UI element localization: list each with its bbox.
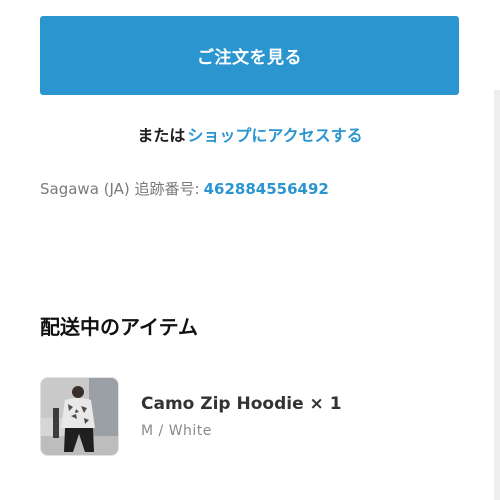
scroll-track: [494, 90, 500, 500]
product-image: [40, 377, 119, 456]
item-variant: M / White: [141, 423, 212, 439]
tracking-label: Sagawa (JA) 追跡番号:: [40, 180, 200, 198]
item-name: Camo Zip Hoodie × 1: [141, 394, 342, 414]
shop-access-line: または ショップにアクセスする: [0, 122, 500, 146]
items-section-title: 配送中のアイテム: [40, 315, 198, 339]
tracking-number-link[interactable]: 462884556492: [204, 180, 329, 198]
or-prefix: または: [137, 126, 186, 145]
tracking-info: Sagawa (JA) 追跡番号: 462884556492: [40, 178, 329, 199]
shop-access-link[interactable]: ショップにアクセスする: [187, 126, 362, 145]
shipping-notification-page: ご注文を見る または ショップにアクセスする Sagawa (JA) 追跡番号: 4…: [0, 0, 500, 500]
product-photo: [41, 378, 118, 455]
view-orders-button[interactable]: ご注文を見る: [40, 16, 459, 95]
view-orders-label: ご注文を見る: [197, 48, 302, 68]
